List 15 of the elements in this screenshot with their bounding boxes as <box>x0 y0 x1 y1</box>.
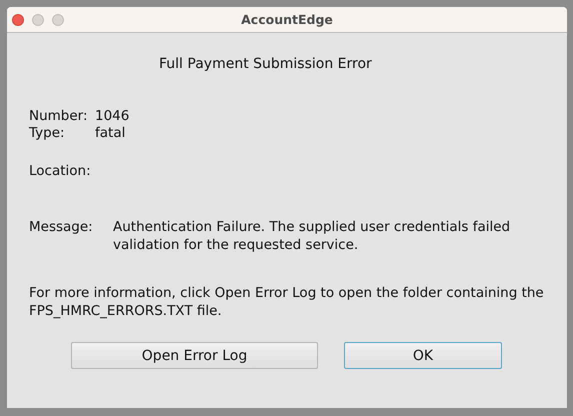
window-title: AccountEdge <box>241 12 333 27</box>
minimize-icon[interactable] <box>32 14 44 26</box>
message-text: Authentication Failure. The supplied user credentials failed validation for the requested service. <box>113 218 512 254</box>
field-label: Type: <box>29 125 66 142</box>
zoom-icon[interactable] <box>52 14 64 26</box>
field-value: 1046 <box>95 108 130 125</box>
close-icon[interactable] <box>12 14 24 26</box>
field-label: Location: <box>29 163 92 180</box>
error-heading: Full Payment Submission Error <box>159 56 373 72</box>
field-label: Number: <box>29 108 89 125</box>
open-log-button[interactable]: Open Error Log <box>71 342 318 369</box>
info-text: For more information, click Open Error Log to open the folder containing the FPS_HMRC_ERRORS.TXT file. <box>29 284 545 320</box>
ok-button[interactable]: OK <box>344 342 502 369</box>
field-value: fatal <box>95 125 126 142</box>
field-label: Message: <box>29 218 94 237</box>
